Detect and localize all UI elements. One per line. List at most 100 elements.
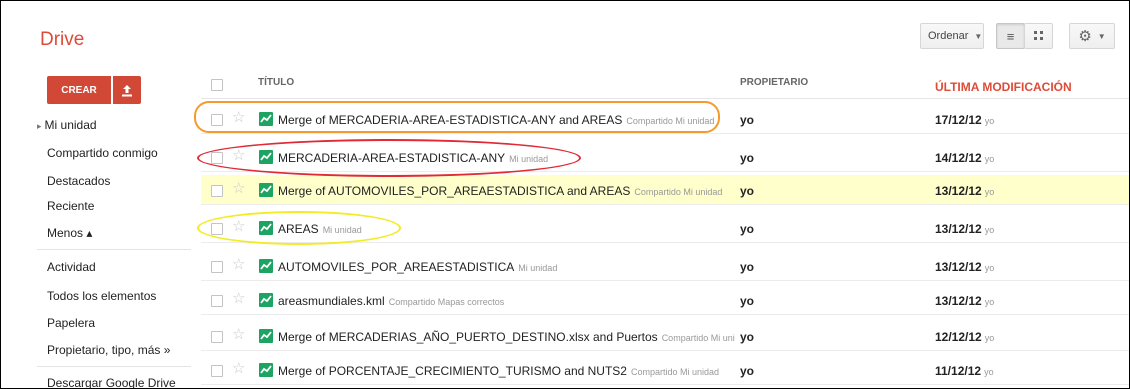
owner-cell: yo xyxy=(740,260,755,274)
file-tags: Mi unidad xyxy=(518,263,558,273)
owner-cell: yo xyxy=(740,222,755,236)
fusion-table-icon xyxy=(259,259,273,273)
expand-arrow-icon[interactable]: ▸ xyxy=(37,121,42,131)
fusion-table-icon xyxy=(259,112,273,126)
sidebar-item-propietario[interactable]: Propietario, tipo, más » xyxy=(47,343,170,357)
chevron-down-icon: ▼ xyxy=(974,31,983,41)
owner-cell: yo xyxy=(740,330,755,344)
modified-cell: 12/12/12 yo xyxy=(935,330,995,344)
file-name[interactable]: Merge of MERCADERIAS_AÑO_PUERTO_DESTINO.… xyxy=(278,330,735,344)
file-name[interactable]: areasmundiales.kml Compartido Mapas corre… xyxy=(278,294,504,308)
grid-view-button[interactable] xyxy=(1024,23,1053,49)
owner-cell: yo xyxy=(740,364,755,378)
row-checkbox[interactable] xyxy=(211,185,223,197)
sidebar-item-todos[interactable]: Todos los elementos xyxy=(47,289,156,303)
star-icon[interactable]: ☆ xyxy=(232,291,245,307)
toolbar: Ordenar ▼ ≡ ⚙ ▼ xyxy=(920,21,1115,51)
modified-cell: 17/12/12 yo xyxy=(935,113,995,127)
file-tags: Compartido Mapas correctos xyxy=(388,297,505,307)
modified-cell: 13/12/12 yo xyxy=(935,294,995,308)
modified-cell: 11/12/12 yo xyxy=(935,364,994,378)
sidebar-item-destacados[interactable]: Destacados xyxy=(47,174,110,188)
sidebar-item-descargar[interactable]: Descargar Google Drive xyxy=(47,376,176,388)
modified-cell: 13/12/12 yo xyxy=(935,260,995,274)
column-owner-header[interactable]: PROPIETARIO xyxy=(740,77,808,88)
file-name[interactable]: MERCADERIA-AREA-ESTADISTICA-ANY Mi unidad xyxy=(278,151,548,165)
star-icon[interactable]: ☆ xyxy=(232,361,245,377)
table-row[interactable]: ☆ MERCADERIA-AREA-ESTADISTICA-ANY Mi unid… xyxy=(201,142,1129,172)
file-name[interactable]: AREAS Mi unidad xyxy=(278,222,362,236)
sidebar-item-compartido[interactable]: Compartido conmigo xyxy=(47,146,158,160)
table-row[interactable]: ☆ areasmundiales.kml Compartido Mapas cor… xyxy=(201,285,1129,315)
table-row[interactable]: ☆ Merge of PORCENTAJE_CRECIMIENTO_TURISM… xyxy=(201,355,1129,385)
file-name[interactable]: Merge of PORCENTAJE_CRECIMIENTO_TURISMO … xyxy=(278,364,719,378)
file-tags: Compartido Mi unidad xyxy=(626,116,715,126)
modified-cell: 13/12/12 yo xyxy=(935,222,995,236)
modified-cell: 13/12/12 yo xyxy=(935,184,995,198)
file-tags: Compartido Mi uni xyxy=(661,333,735,343)
fusion-table-icon xyxy=(259,329,273,343)
column-modified-header[interactable]: ÚLTIMA MODIFICACIÓN xyxy=(935,80,1072,94)
table-header: TÍTULO PROPIETARIO ÚLTIMA MODIFICACIÓN xyxy=(201,71,1129,97)
fusion-table-icon xyxy=(259,293,273,307)
star-icon[interactable]: ☆ xyxy=(232,327,245,343)
file-name[interactable]: Merge of AUTOMOVILES_POR_AREAESTADISTICA… xyxy=(278,184,722,198)
settings-button[interactable]: ⚙ ▼ xyxy=(1069,23,1115,49)
sidebar-divider xyxy=(37,249,191,250)
row-checkbox[interactable] xyxy=(211,223,223,235)
star-icon[interactable]: ☆ xyxy=(232,181,245,197)
file-tags: Compartido Mi unidad xyxy=(630,367,720,377)
owner-cell: yo xyxy=(740,151,755,165)
sort-label: Ordenar xyxy=(928,30,969,42)
modified-cell: 14/12/12 yo xyxy=(935,151,995,165)
create-group: CREAR xyxy=(47,76,141,104)
table-row[interactable]: ☆ Merge of MERCADERIAS_AÑO_PUERTO_DESTIN… xyxy=(201,321,1129,351)
drive-logo[interactable]: Drive xyxy=(40,29,84,51)
row-checkbox[interactable] xyxy=(211,365,223,377)
upload-icon xyxy=(122,84,132,96)
column-title-header[interactable]: TÍTULO xyxy=(258,77,294,88)
star-icon[interactable]: ☆ xyxy=(232,110,245,126)
sidebar-item-papelera[interactable]: Papelera xyxy=(47,316,95,330)
sort-button[interactable]: Ordenar ▼ xyxy=(920,23,984,49)
sidebar-item-menos[interactable]: Menos ▴ xyxy=(47,226,92,240)
row-checkbox[interactable] xyxy=(211,114,223,126)
drive-window: Drive Ordenar ▼ ≡ ⚙ ▼ CREAR ▸ Mi unidad … xyxy=(0,0,1130,389)
row-checkbox[interactable] xyxy=(211,295,223,307)
list-view-button[interactable]: ≡ xyxy=(996,23,1025,49)
fusion-table-icon xyxy=(259,221,273,235)
list-icon: ≡ xyxy=(1006,28,1015,44)
owner-cell: yo xyxy=(740,113,755,127)
upload-button[interactable] xyxy=(113,76,141,104)
sidebar-item-mi-unidad[interactable]: ▸ Mi unidad xyxy=(37,118,97,132)
owner-cell: yo xyxy=(740,294,755,308)
create-button[interactable]: CREAR xyxy=(47,76,111,104)
star-icon[interactable]: ☆ xyxy=(232,257,245,273)
table-row[interactable]: ☆ Merge of AUTOMOVILES_POR_AREAESTADISTI… xyxy=(201,175,1129,205)
fusion-table-icon xyxy=(259,183,273,197)
row-checkbox[interactable] xyxy=(211,152,223,164)
file-tags: Compartido Mi unidad xyxy=(634,187,723,197)
view-toggle: ≡ xyxy=(996,23,1053,49)
grid-icon xyxy=(1033,29,1044,44)
row-checkbox[interactable] xyxy=(211,261,223,273)
chevron-down-icon: ▼ xyxy=(1097,31,1106,41)
row-checkbox[interactable] xyxy=(211,331,223,343)
file-name[interactable]: Merge of MERCADERIA-AREA-ESTADISTICA-ANY… xyxy=(278,113,714,127)
header-divider xyxy=(201,98,1129,99)
star-icon[interactable]: ☆ xyxy=(232,219,245,235)
sidebar-item-reciente[interactable]: Reciente xyxy=(47,199,94,213)
sidebar-item-actividad[interactable]: Actividad xyxy=(47,260,96,274)
star-icon[interactable]: ☆ xyxy=(232,148,245,164)
file-name[interactable]: AUTOMOVILES_POR_AREAESTADISTICA Mi unidad xyxy=(278,260,557,274)
file-tags: Mi unidad xyxy=(509,154,549,164)
sidebar-divider xyxy=(37,366,191,367)
table-row[interactable]: ☆ Merge of MERCADERIA-AREA-ESTADISTICA-A… xyxy=(201,104,1129,134)
fusion-table-icon xyxy=(259,150,273,164)
select-all-checkbox[interactable] xyxy=(211,79,223,91)
table-row[interactable]: ☆ AUTOMOVILES_POR_AREAESTADISTICA Mi unid… xyxy=(201,251,1129,281)
fusion-table-icon xyxy=(259,363,273,377)
owner-cell: yo xyxy=(740,184,755,198)
table-row[interactable]: ☆ AREAS Mi unidad yo 13/12/12 yo xyxy=(201,213,1129,243)
gear-icon: ⚙ xyxy=(1078,28,1092,45)
